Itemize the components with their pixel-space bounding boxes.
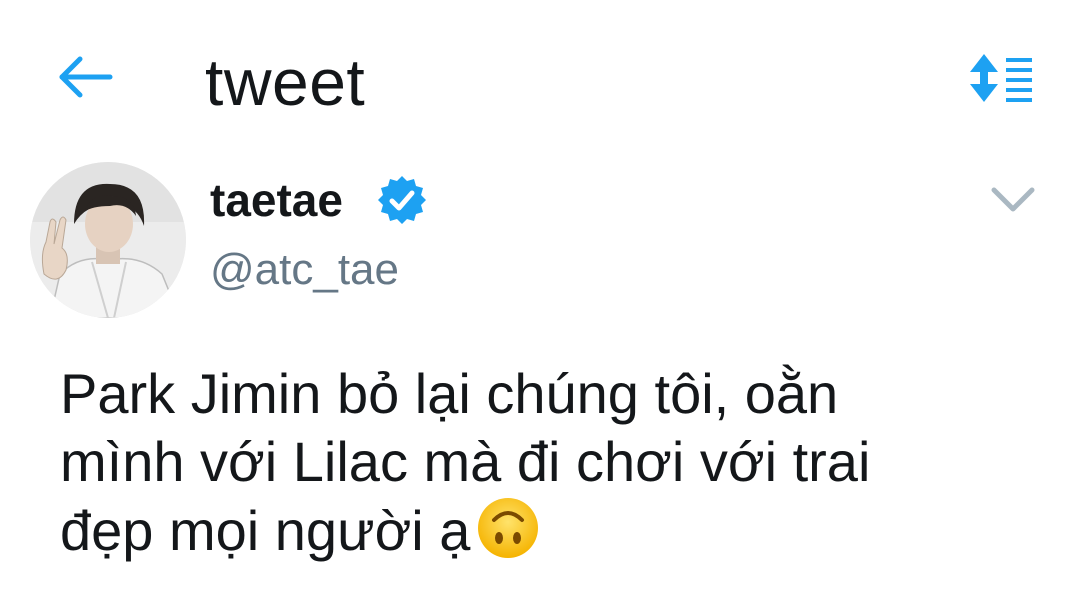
verified-badge-icon [378,176,426,224]
tweet-text-line: Park Jimin bỏ lại chúng tôi, oằn [60,362,839,425]
avatar[interactable] [30,162,186,318]
back-arrow-icon [59,56,113,98]
page-title: tweet [205,45,366,119]
author-display-name[interactable]: taetae [210,170,343,230]
tweet-text: Park Jimin bỏ lại chúng tôi, oằn mình vớ… [60,360,1060,565]
tweet-menu-button[interactable] [988,182,1038,218]
top-app-bar: tweet [0,0,1080,160]
avatar-photo [30,162,186,318]
tweet-text-line-last: đẹp mọi người ạ [60,496,1060,565]
tweet-text-line: mình với Lilac mà đi chơi với trai [60,430,871,493]
chevron-down-icon [991,187,1035,212]
upside-down-face-emoji [478,498,539,558]
sort-lines-icon [970,54,1032,102]
sort-button[interactable] [968,52,1036,104]
tweet-text-line: đẹp mọi người ạ [60,499,471,562]
author-handle[interactable]: @atc_tae [210,240,399,300]
back-button[interactable] [56,52,116,102]
